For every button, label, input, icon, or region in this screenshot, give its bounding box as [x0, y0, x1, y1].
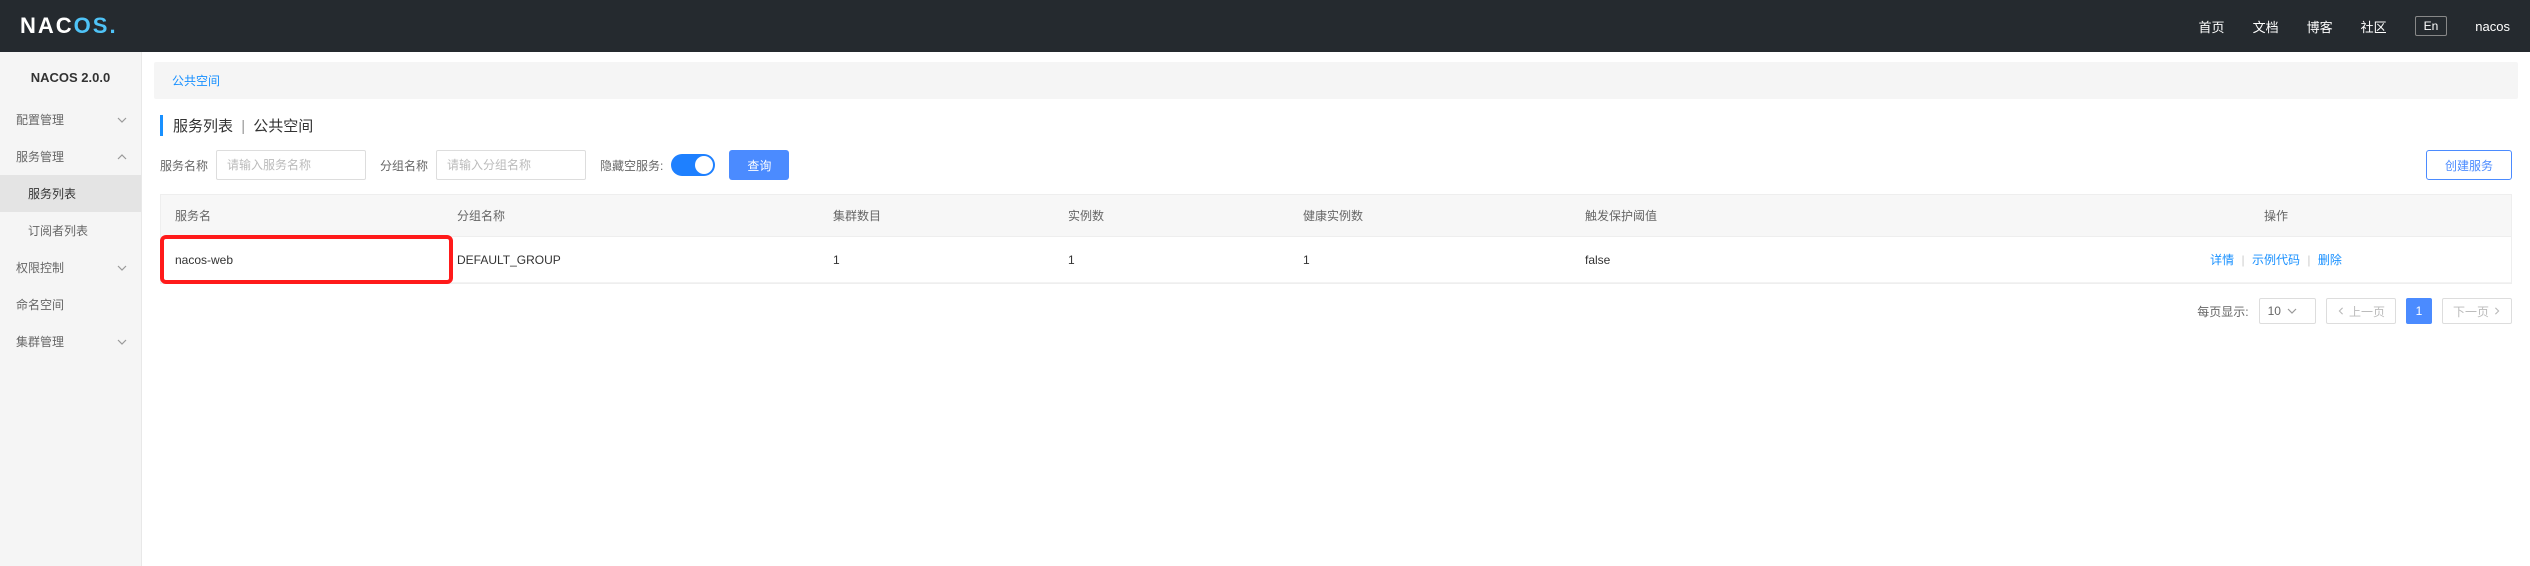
cell-threshold: false [1571, 237, 2041, 283]
sidebar-sub-label: 订阅者列表 [28, 224, 88, 238]
filter-label-group: 分组名称 [380, 157, 428, 174]
breadcrumb-bar: 公共空间 [154, 62, 2518, 99]
layout: NACOS 2.0.0 配置管理 服务管理 服务列表 订阅者列表 权限控制 命名… [0, 52, 2530, 566]
create-service-button[interactable]: 创建服务 [2426, 150, 2512, 180]
lang-switch[interactable]: En [2415, 16, 2448, 36]
action-delete[interactable]: 删除 [2318, 253, 2342, 267]
prev-label: 上一页 [2349, 303, 2385, 320]
sidebar-item-cluster-mgmt[interactable]: 集群管理 [0, 323, 141, 360]
nav-community[interactable]: 社区 [2361, 17, 2387, 36]
sidebar-item-label: 配置管理 [16, 111, 64, 128]
per-page-label: 每页显示: [2197, 303, 2248, 320]
filter-group-name: 分组名称 [380, 150, 586, 180]
filter-label-hide-empty: 隐藏空服务: [600, 157, 663, 174]
nav-home[interactable]: 首页 [2199, 17, 2225, 36]
top-header: NACOS. 首页 文档 博客 社区 En nacos [0, 0, 2530, 52]
sidebar-item-permission[interactable]: 权限控制 [0, 249, 141, 286]
th-ops: 操作 [2041, 195, 2511, 237]
sidebar-title: NACOS 2.0.0 [0, 52, 141, 101]
sidebar-item-service-mgmt[interactable]: 服务管理 [0, 138, 141, 175]
cell-group: DEFAULT_GROUP [443, 237, 819, 283]
cell-cluster-count: 1 [819, 237, 1054, 283]
sidebar-item-label: 命名空间 [16, 296, 64, 313]
service-name-input[interactable] [216, 150, 366, 180]
sidebar-item-label: 服务管理 [16, 148, 64, 165]
action-code[interactable]: 示例代码 [2252, 253, 2300, 267]
filter-hide-empty: 隐藏空服务: [600, 154, 715, 176]
page-heading: 服务列表 | 公共空间 [160, 115, 2512, 136]
th-service: 服务名 [161, 195, 443, 237]
logo-prefix: NAC [20, 13, 74, 38]
toggle-knob [695, 156, 713, 174]
action-detail[interactable]: 详情 [2210, 253, 2234, 267]
sidebar-sub-subscriber-list[interactable]: 订阅者列表 [0, 212, 141, 249]
th-group: 分组名称 [443, 195, 819, 237]
table-header-row: 服务名 分组名称 集群数目 实例数 健康实例数 触发保护阈值 操作 [161, 195, 2511, 237]
th-threshold: 触发保护阈值 [1571, 195, 2041, 237]
cell-service-text: nacos-web [175, 253, 233, 267]
cell-service: nacos-web [161, 237, 443, 283]
cell-healthy-count: 1 [1289, 237, 1571, 283]
page-size-value: 10 [2268, 304, 2281, 318]
table-row: nacos-web DEFAULT_GROUP 1 1 1 false 详情 |… [161, 237, 2511, 283]
page-size-select[interactable]: 10 [2259, 298, 2316, 324]
sidebar-sub-service-list[interactable]: 服务列表 [0, 175, 141, 212]
sidebar-item-label: 权限控制 [16, 259, 64, 276]
th-instance-count: 实例数 [1054, 195, 1289, 237]
chevron-up-icon [117, 152, 127, 162]
sidebar: NACOS 2.0.0 配置管理 服务管理 服务列表 订阅者列表 权限控制 命名… [0, 52, 142, 566]
logo-accent: OS [74, 13, 110, 38]
th-cluster-count: 集群数目 [819, 195, 1054, 237]
nav-blog[interactable]: 博客 [2307, 17, 2333, 36]
next-label: 下一页 [2453, 303, 2489, 320]
filter-service-name: 服务名称 [160, 150, 366, 180]
service-table: 服务名 分组名称 集群数目 实例数 健康实例数 触发保护阈值 操作 nacos-… [160, 194, 2512, 284]
logo[interactable]: NACOS. [20, 13, 118, 39]
sidebar-item-config-mgmt[interactable]: 配置管理 [0, 101, 141, 138]
chevron-down-icon [2287, 306, 2297, 316]
prev-page-button[interactable]: 上一页 [2326, 298, 2396, 324]
breadcrumb-link[interactable]: 公共空间 [172, 74, 220, 88]
next-page-button[interactable]: 下一页 [2442, 298, 2512, 324]
page-title-sep: | [241, 118, 245, 135]
nav-user[interactable]: nacos [2475, 19, 2510, 34]
chevron-down-icon [117, 115, 127, 125]
chevron-down-icon [117, 263, 127, 273]
pagination: 每页显示: 10 上一页 1 下一页 [142, 284, 2530, 338]
logo-dot: . [109, 13, 117, 38]
nav-docs[interactable]: 文档 [2253, 17, 2279, 36]
page-number-current[interactable]: 1 [2406, 298, 2432, 324]
cell-instance-count: 1 [1054, 237, 1289, 283]
action-divider: | [2242, 253, 2245, 267]
page-title-main: 服务列表 [173, 118, 233, 135]
sidebar-sub-label: 服务列表 [28, 187, 76, 201]
hide-empty-toggle[interactable] [671, 154, 715, 176]
cell-actions: 详情 | 示例代码 | 删除 [2041, 237, 2511, 283]
sidebar-item-label: 集群管理 [16, 333, 64, 350]
logo-text: NACOS. [20, 13, 118, 39]
main-content: 公共空间 服务列表 | 公共空间 服务名称 分组名称 隐藏空服务: [142, 52, 2530, 566]
sidebar-item-namespace[interactable]: 命名空间 [0, 286, 141, 323]
action-divider: | [2307, 253, 2310, 267]
chevron-down-icon [117, 337, 127, 347]
page-title-sub: 公共空间 [253, 118, 313, 135]
top-nav: 首页 文档 博客 社区 En nacos [2199, 16, 2510, 36]
query-button[interactable]: 查询 [729, 150, 789, 180]
group-name-input[interactable] [436, 150, 586, 180]
filter-bar: 服务名称 分组名称 隐藏空服务: 查询 创建服务 [142, 150, 2530, 194]
th-healthy-count: 健康实例数 [1289, 195, 1571, 237]
filter-label-service: 服务名称 [160, 157, 208, 174]
